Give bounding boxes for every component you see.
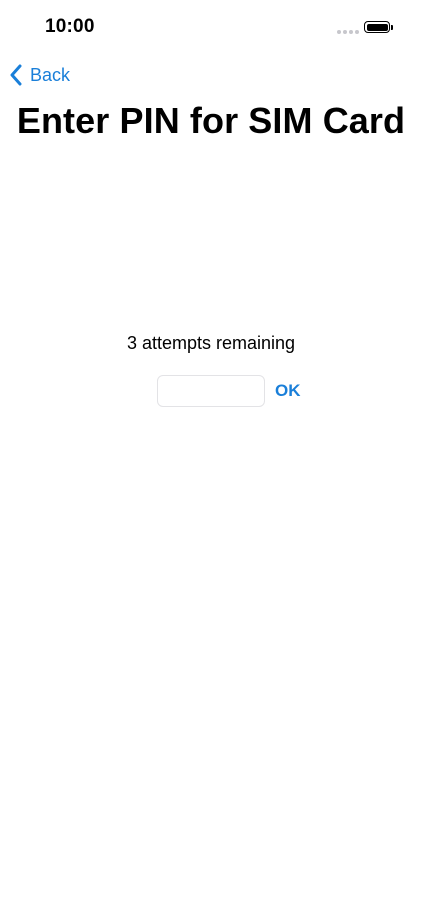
pin-entry-row: OK [157,375,301,407]
page-title: Enter PIN for SIM Card [16,100,406,141]
battery-icon [364,21,390,33]
status-bar: 10:00 [0,0,422,52]
battery-tip [391,25,393,30]
back-label: Back [30,64,71,85]
battery-level-fill [366,23,388,31]
status-time: 10:00 [45,16,95,37]
back-button[interactable]: Back [9,62,70,88]
attempts-remaining-text: 3 attempts remaining [126,333,296,353]
pin-input[interactable] [157,375,265,407]
signal-icon [337,30,359,34]
chevron-left-icon [9,64,22,86]
ok-button[interactable]: OK [275,381,301,401]
